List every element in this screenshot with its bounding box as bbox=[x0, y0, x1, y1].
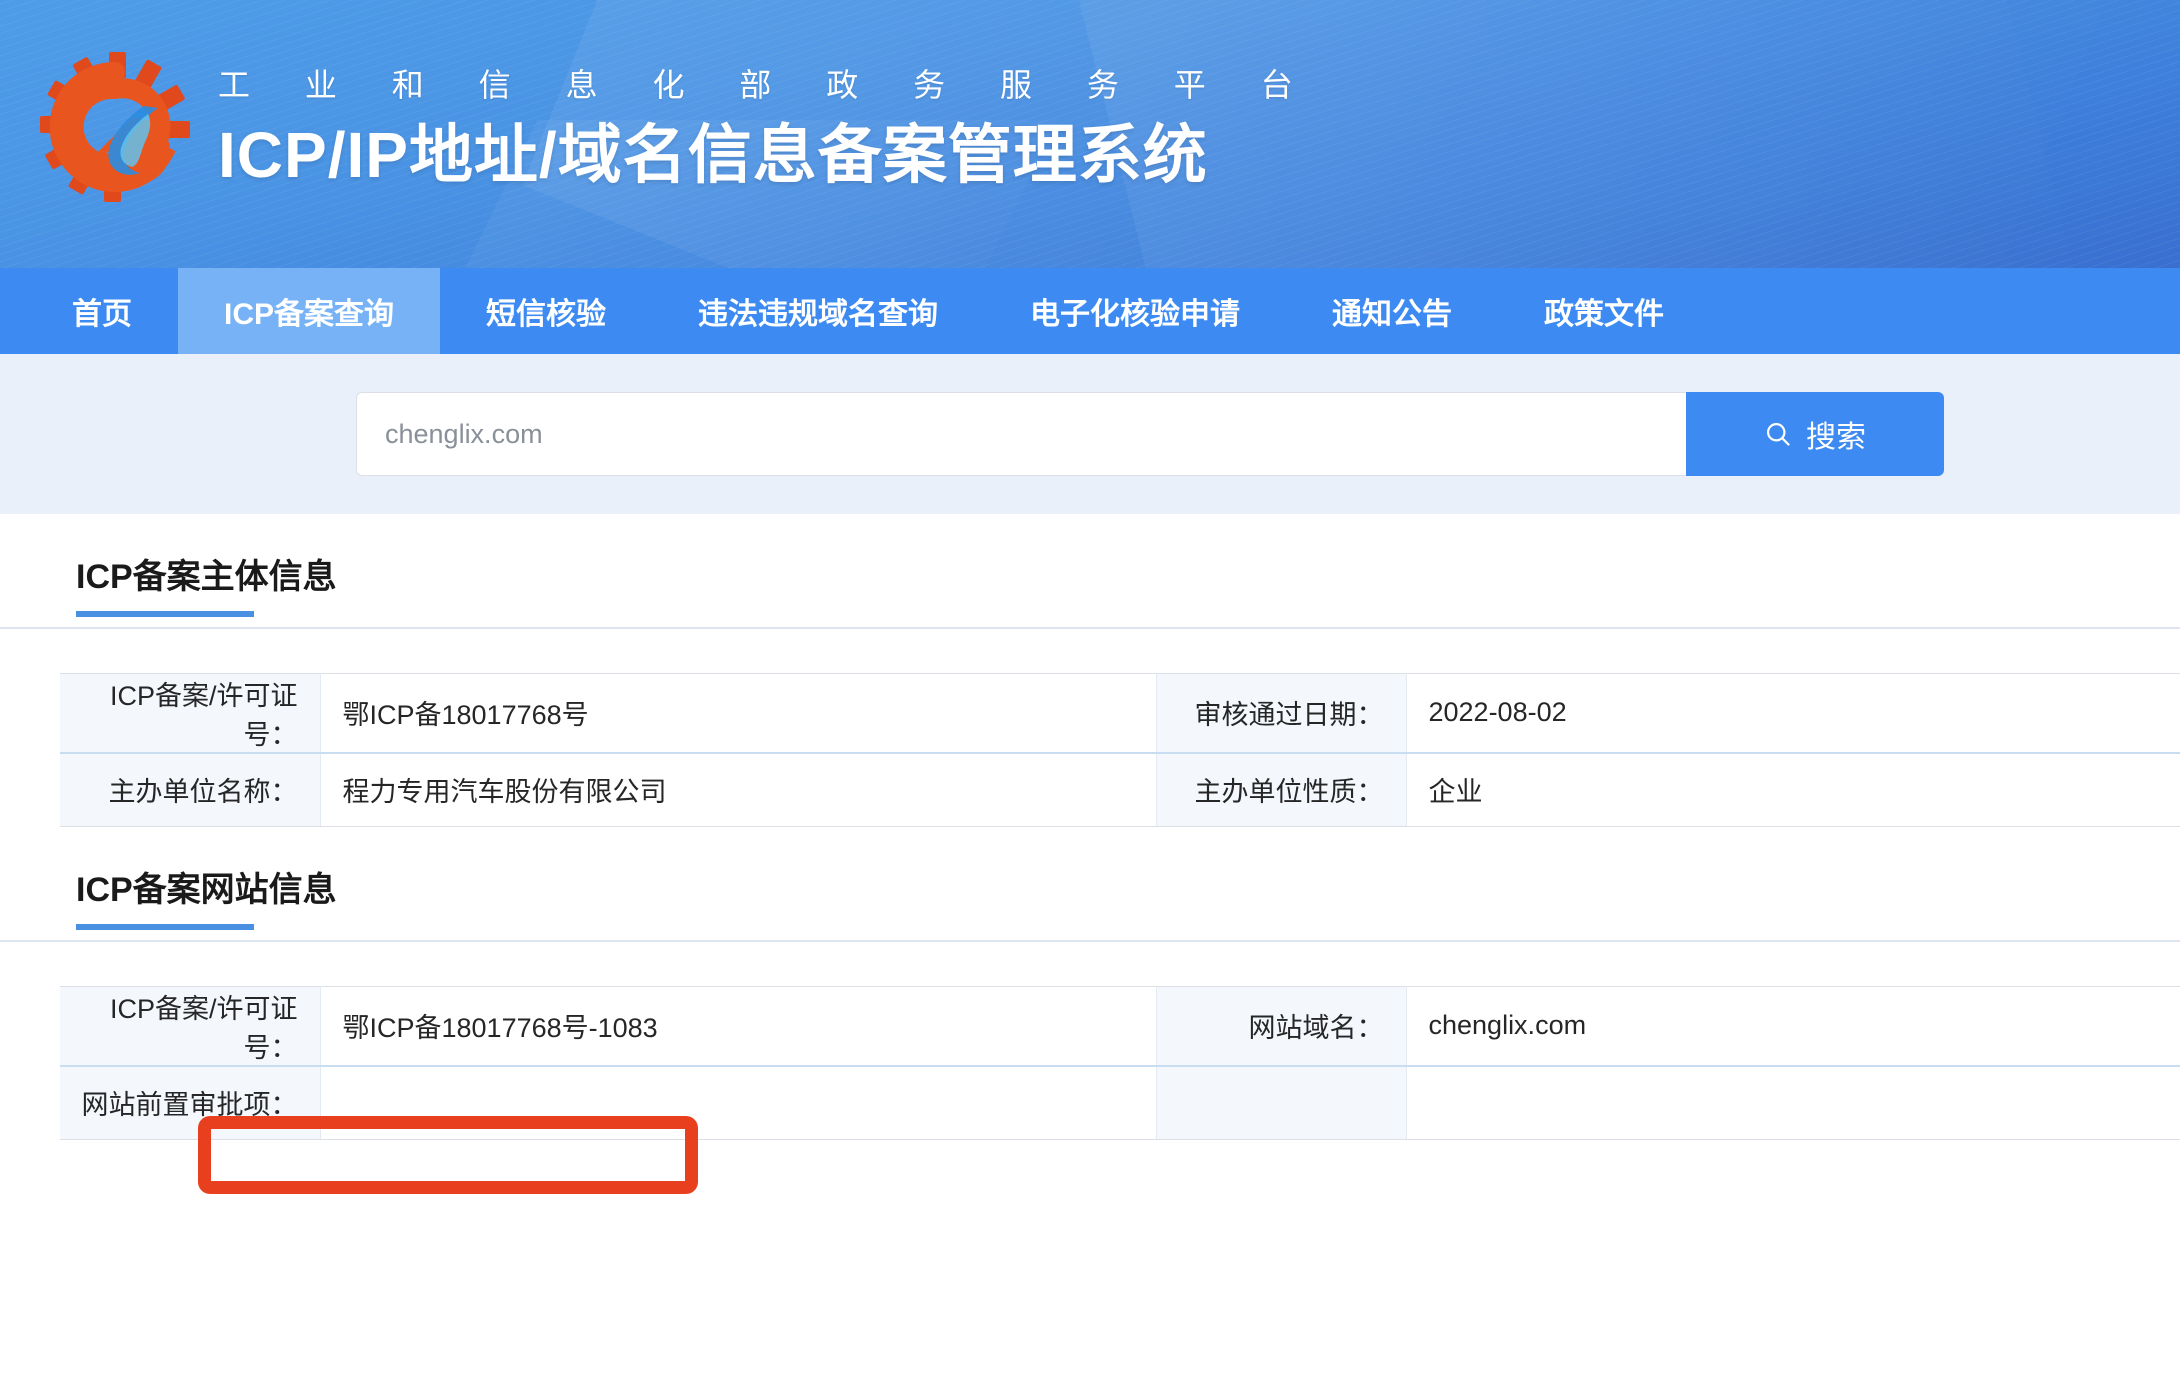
section-title: ICP备案网站信息 bbox=[76, 871, 337, 909]
section-title: ICP备案主体信息 bbox=[76, 558, 337, 596]
row-label-site-icp-number: ICP备案/许可证号： bbox=[60, 985, 321, 1066]
subject-info-table: ICP备案/许可证号： 鄂ICP备18017768号 审核通过日期： 2022-… bbox=[60, 672, 2180, 827]
table-row: 主办单位名称： 程力专用汽车股份有限公司 主办单位性质： 企业 bbox=[60, 751, 2180, 827]
miit-gear-spiral-logo-icon bbox=[40, 52, 190, 202]
row-value-site-domain: chenglix.com bbox=[1406, 985, 2180, 1066]
row-value-empty bbox=[1406, 1064, 2180, 1140]
search-input[interactable] bbox=[356, 392, 1686, 476]
header-title-group: 工 业 和 信 息 化 部 政 务 服 务 平 台 ICP/IP地址/域名信息备… bbox=[218, 61, 1316, 195]
section-accent-bar bbox=[76, 610, 254, 617]
nav-item-illegal-domain[interactable]: 违法违规域名查询 bbox=[652, 268, 984, 354]
row-spacer bbox=[836, 1064, 1157, 1140]
header-content: 工 业 和 信 息 化 部 政 务 服 务 平 台 ICP/IP地址/域名信息备… bbox=[0, 0, 2180, 268]
table-row: ICP备案/许可证号： 鄂ICP备18017768号-1083 网站域名： ch… bbox=[60, 985, 2180, 1066]
row-value-icp-number: 鄂ICP备18017768号 bbox=[320, 672, 836, 753]
search-button-label: 搜索 bbox=[1806, 421, 1866, 454]
row-spacer bbox=[836, 751, 1157, 827]
section-website-info: ICP备案网站信息 ICP备案/许可证号： 鄂ICP备18017768号-108… bbox=[0, 827, 2180, 1140]
nav-item-policy-documents[interactable]: 政策文件 bbox=[1498, 268, 1710, 354]
search-icon bbox=[1766, 422, 1790, 446]
row-label-icp-number: ICP备案/许可证号： bbox=[60, 672, 321, 753]
section-subject-info: ICP备案主体信息 ICP备案/许可证号： 鄂ICP备18017768号 审核通… bbox=[0, 514, 2180, 1194]
nav-item-e-verification[interactable]: 电子化核验申请 bbox=[984, 268, 1286, 354]
results-content: ICP备案主体信息 ICP备案/许可证号： 鄂ICP备18017768号 审核通… bbox=[0, 514, 2180, 1194]
search-box: 搜索 bbox=[356, 392, 1944, 476]
row-label-approval-date: 审核通过日期： bbox=[1156, 672, 1407, 753]
row-value-approval-date: 2022-08-02 bbox=[1406, 672, 2180, 753]
section-divider bbox=[0, 626, 2180, 629]
row-value-site-icp-number: 鄂ICP备18017768号-1083 bbox=[320, 985, 836, 1066]
site-header: 工 业 和 信 息 化 部 政 务 服 务 平 台 ICP/IP地址/域名信息备… bbox=[0, 0, 2180, 268]
section-header: ICP备案网站信息 bbox=[76, 827, 2180, 930]
search-button[interactable]: 搜索 bbox=[1686, 392, 1944, 476]
section-accent-bar bbox=[76, 923, 254, 930]
nav-item-announcements[interactable]: 通知公告 bbox=[1286, 268, 1498, 354]
main-navigation: 首页 ICP备案查询 短信核验 违法违规域名查询 电子化核验申请 通知公告 政策… bbox=[0, 268, 2180, 354]
section-divider bbox=[0, 939, 2180, 942]
row-label-company-name: 主办单位名称： bbox=[60, 751, 321, 827]
website-info-table: ICP备案/许可证号： 鄂ICP备18017768号-1083 网站域名： ch… bbox=[60, 985, 2180, 1140]
row-spacer bbox=[836, 672, 1157, 753]
row-value-company-type: 企业 bbox=[1406, 751, 2180, 827]
row-label-site-domain: 网站域名： bbox=[1156, 985, 1407, 1066]
page-title: ICP/IP地址/域名信息备案管理系统 bbox=[218, 119, 1208, 191]
row-label-pre-approval: 网站前置审批项： bbox=[60, 1064, 321, 1140]
nav-item-home[interactable]: 首页 bbox=[26, 268, 178, 354]
nav-item-icp-query[interactable]: ICP备案查询 bbox=[178, 268, 441, 354]
row-value-company-name: 程力专用汽车股份有限公司 bbox=[320, 751, 836, 827]
row-spacer bbox=[836, 985, 1157, 1066]
row-label-company-type: 主办单位性质： bbox=[1156, 751, 1407, 827]
search-bar-strip: 搜索 bbox=[0, 354, 2180, 514]
row-value-pre-approval bbox=[320, 1064, 836, 1140]
table-row: ICP备案/许可证号： 鄂ICP备18017768号 审核通过日期： 2022-… bbox=[60, 672, 2180, 753]
row-label-empty bbox=[1156, 1064, 1407, 1140]
table-row: 网站前置审批项： bbox=[60, 1064, 2180, 1140]
header-subtitle: 工 业 和 信 息 化 部 政 务 服 务 平 台 bbox=[218, 67, 1316, 103]
section-header: ICP备案主体信息 bbox=[76, 514, 2180, 617]
nav-item-sms-verification[interactable]: 短信核验 bbox=[440, 268, 652, 354]
